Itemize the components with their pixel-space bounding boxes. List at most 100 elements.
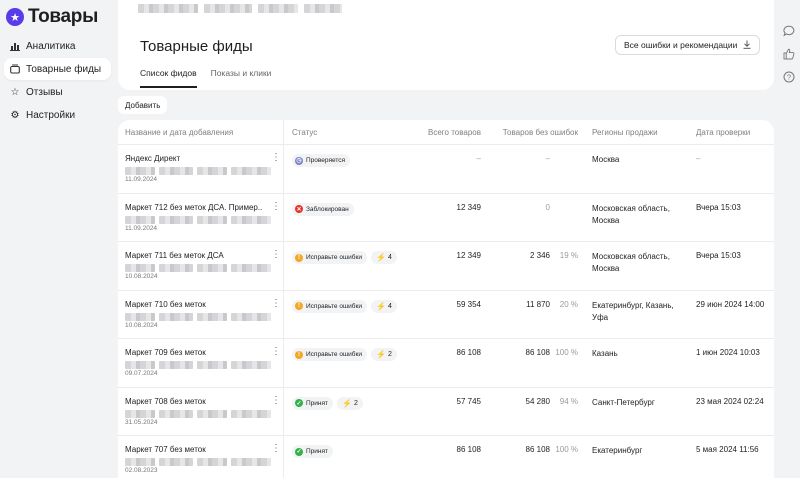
sidebar-item-reviews[interactable]: ☆ Отзывы [4, 81, 111, 103]
more-menu-icon[interactable]: ⋮ [271, 153, 281, 163]
more-menu-icon[interactable]: ⋮ [271, 347, 281, 357]
status-label: Проверяется [306, 157, 346, 164]
status-badge: ! Исправьте ошибки [292, 251, 367, 264]
status-label: Исправьте ошибки [306, 254, 362, 261]
feed-name[interactable]: Маркет 707 без меток [125, 445, 263, 454]
sidebar-item-label: Настройки [26, 109, 76, 121]
thumbs-up-icon[interactable] [782, 47, 796, 61]
checked-date: Вчера 15:03 [696, 202, 741, 212]
ok-count: 86 108 [525, 445, 550, 454]
ok-cell: 0 [487, 194, 585, 242]
status-cell: ! Исправьте ошибки ⚡ 4 [284, 291, 418, 339]
table-row[interactable]: Маркет 708 без меток 31.05.2024 ⋮ ✓ Прин… [118, 387, 774, 436]
total-count: 86 108 [456, 348, 481, 357]
app-title: Товары [28, 6, 99, 27]
more-menu-icon[interactable]: ⋮ [271, 250, 281, 260]
status-label: Заблокирован [306, 205, 349, 213]
status-cell: ! Исправьте ошибки ⚡ 2 [284, 339, 418, 387]
warnings-count: 4 [387, 302, 392, 310]
feed-date: 02.08.2023 [125, 467, 158, 474]
sidebar-item-label: Аналитика [26, 40, 76, 52]
ok-count: 54 280 [525, 396, 550, 406]
column-header-checked[interactable]: Дата проверки [687, 120, 774, 144]
redacted-url [125, 167, 283, 175]
all-errors-button[interactable]: Все ошибки и рекомендации [615, 35, 761, 55]
column-header-regions[interactable]: Регионы продажи [585, 120, 687, 144]
status-badge: ✓ Принят [292, 396, 334, 410]
warnings-badge[interactable]: ⚡ 2 [337, 396, 363, 410]
column-header-ok[interactable]: Товаров без ошибок [487, 120, 585, 144]
table-row[interactable]: Маркет 712 без меток ДСА. Пример... 11.0… [118, 193, 774, 242]
ok-count: 11 870 [526, 299, 550, 309]
more-menu-icon[interactable]: ⋮ [271, 298, 281, 309]
status-badge: ! Исправьте ошибки [292, 299, 367, 313]
total-count: 57 745 [456, 396, 481, 406]
warnings-badge[interactable]: ⚡ 4 [371, 251, 397, 264]
feed-name[interactable]: Маркет 708 без меток [125, 397, 263, 406]
total-count: 59 354 [456, 299, 481, 309]
status-badge: ✕ Заблокирован [292, 202, 354, 216]
svg-text:?: ? [787, 73, 791, 82]
table-body: Яндекс Директ 11.09.2024 ⋮ ◷ Проверяется… [118, 145, 774, 478]
feed-name[interactable]: Маркет 709 без меток [125, 348, 263, 357]
warnings-badge[interactable]: ⚡ 2 [371, 348, 397, 361]
ok-cell: 54 280 94 % [487, 388, 585, 436]
status-accepted-icon: ✓ [295, 399, 303, 407]
column-header-total[interactable]: Всего товаров [418, 120, 487, 144]
feed-date: 09.07.2024 [125, 370, 158, 377]
table-row[interactable]: Яндекс Директ 11.09.2024 ⋮ ◷ Проверяется… [118, 145, 774, 194]
warnings-count: 2 [353, 399, 358, 407]
sidebar-item-feeds[interactable]: Товарные фиды [4, 58, 111, 80]
table-row[interactable]: Маркет 711 без меток ДСА 10.08.2024 ⋮ ! … [118, 242, 774, 291]
ok-cell: 11 870 20 % [487, 291, 585, 339]
warnings-count: 2 [387, 351, 392, 358]
status-cell: ◷ Проверяется [284, 145, 418, 193]
status-label: Принят [306, 399, 329, 407]
feed-name[interactable]: Маркет 711 без меток ДСА [125, 251, 263, 260]
table-row[interactable]: Маркет 709 без меток 09.07.2024 ⋮ ! Испр… [118, 339, 774, 388]
more-menu-icon[interactable]: ⋮ [271, 395, 281, 406]
redacted-url [125, 312, 283, 321]
redacted-url [125, 409, 283, 418]
regions-cell: Екатеринбург [592, 446, 643, 455]
bolt-icon: ⚡ [342, 398, 352, 408]
status-badge: ◷ Проверяется [292, 154, 351, 167]
status-label: Принят [306, 448, 329, 455]
ok-cell: 86 108 100 % [487, 339, 585, 387]
warnings-count: 4 [387, 254, 392, 261]
tab-impressions-clicks[interactable]: Показы и клики [211, 68, 272, 88]
help-icon[interactable]: ? [782, 70, 796, 84]
status-blocked-icon: ✕ [295, 205, 303, 213]
app-logo[interactable]: ★ Товары [6, 6, 98, 28]
status-badge: ✓ Принят [292, 445, 334, 458]
regions-cell: Москва [592, 155, 620, 164]
column-header-status[interactable]: Статус [284, 120, 418, 144]
ok-cell: – [487, 145, 585, 193]
warnings-badge[interactable]: ⚡ 4 [371, 299, 397, 313]
tab-feed-list[interactable]: Список фидов [140, 68, 197, 88]
add-button[interactable]: Добавить [118, 96, 168, 114]
checked-date: 5 мая 2024 11:56 [696, 445, 759, 454]
sidebar-item-label: Товарные фиды [26, 63, 102, 75]
sidebar-item-analytics[interactable]: Аналитика [4, 35, 111, 57]
ok-count: 2 346 [529, 251, 550, 260]
table-row[interactable]: Маркет 707 без меток 02.08.2023 ⋮ ✓ Прин… [118, 436, 774, 478]
checked-date: 1 июн 2024 10:03 [696, 348, 760, 357]
regions-cell: Санкт-Петербург [592, 397, 655, 407]
chat-icon[interactable] [782, 24, 796, 38]
status-checking-icon: ◷ [295, 156, 303, 165]
status-errors-icon: ! [295, 253, 303, 262]
redacted-url [125, 264, 283, 272]
sidebar-item-settings[interactable]: ⚙ Настройки [4, 104, 111, 126]
column-header-name[interactable]: Название и дата добавления [118, 120, 284, 144]
feed-name[interactable]: Маркет 712 без меток ДСА. Пример... [125, 203, 263, 212]
more-menu-icon[interactable]: ⋮ [271, 444, 281, 454]
feed-name[interactable]: Яндекс Директ [125, 154, 263, 163]
table-row[interactable]: Маркет 710 без меток 10.08.2024 ⋮ ! Испр… [118, 290, 774, 339]
header-card: Товарные фиды Все ошибки и рекомендации … [118, 0, 774, 90]
checked-date: 29 июн 2024 14:00 [696, 299, 765, 309]
bar-chart-icon [10, 41, 20, 51]
more-menu-icon[interactable]: ⋮ [271, 201, 281, 212]
feeds-table: Название и дата добавления Статус Всего … [118, 120, 774, 478]
feed-name[interactable]: Маркет 710 без меток [125, 300, 263, 309]
